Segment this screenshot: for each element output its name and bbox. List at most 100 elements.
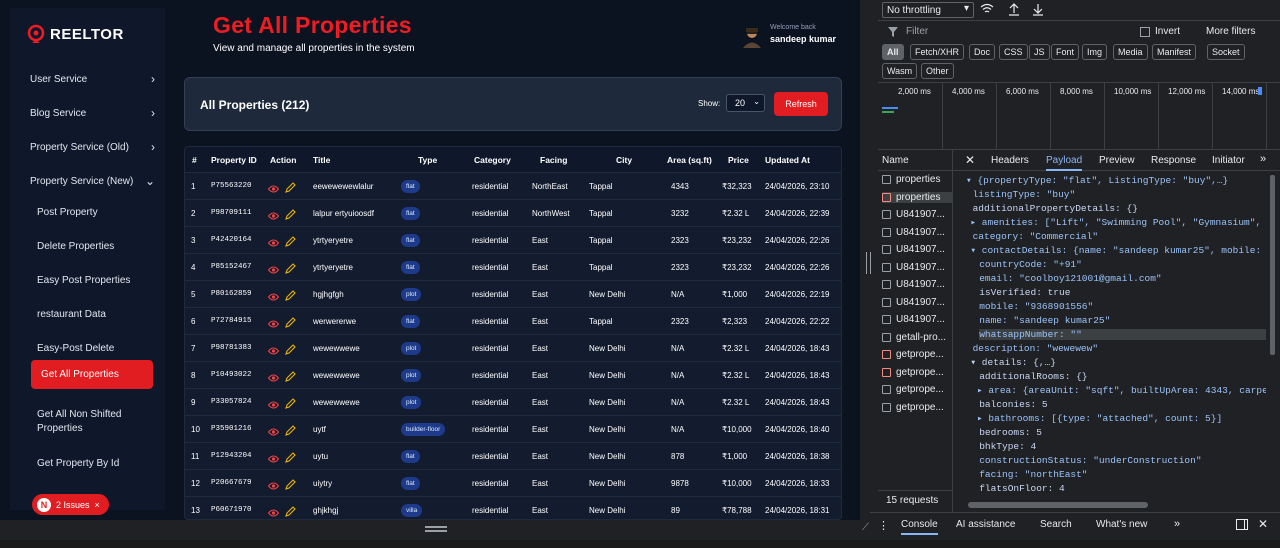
filter-chip[interactable]: Wasm (882, 63, 918, 79)
payload-line[interactable]: email: "coolboy121001@gmail.com" (979, 273, 1161, 284)
edit-pencil-icon[interactable] (285, 369, 296, 382)
detail-tab[interactable]: Headers (991, 155, 1029, 166)
table-row[interactable]: 1 P75563220 eewewewewlalur flat residential N… (185, 172, 841, 199)
edit-pencil-icon[interactable] (285, 342, 296, 355)
table-row[interactable]: 9 P33057824 wewewwewe plot residential East Ne… (185, 388, 841, 415)
payload-line[interactable]: ▸ amenities: ["Lift", "Swimming Pool", "… (970, 217, 1266, 228)
view-eye-icon[interactable] (267, 208, 280, 220)
table-row[interactable]: 4 P85152467 ytrtyeryetre flat residential Eas… (185, 253, 841, 280)
more-filters-button[interactable]: More filters (1206, 26, 1255, 37)
request-item[interactable]: U841907... (882, 279, 952, 290)
table-row[interactable]: 11 P12943204 uytu flat residential East New De… (185, 442, 841, 469)
payload-line[interactable]: ▾ contactDetails: {name: "sandeep kumar2… (970, 245, 1266, 256)
request-item[interactable]: getprope... (882, 402, 952, 413)
sidebar-subitem[interactable]: Post Property (37, 206, 152, 220)
sidebar-subitem[interactable]: Easy-Post Delete (37, 342, 152, 356)
edit-pencil-icon[interactable] (285, 423, 296, 436)
payload-line[interactable]: description: "wewewew" (973, 343, 1098, 354)
edit-pencil-icon[interactable] (285, 477, 296, 490)
table-row[interactable]: 7 P98781383 wewewwewe plot residential East Ne… (185, 334, 841, 361)
request-item[interactable]: U841907... (882, 262, 952, 273)
close-drawer-icon[interactable]: ✕ (1258, 517, 1268, 531)
sidebar-item[interactable]: User Service › (30, 72, 155, 86)
detail-tab[interactable]: Response (1151, 155, 1196, 166)
payload-line[interactable]: mobile: "9368901556" (979, 301, 1093, 312)
drawer-tab[interactable]: AI assistance (956, 519, 1015, 530)
payload-line[interactable]: isVerified: true (979, 287, 1070, 298)
filter-chip[interactable]: CSS (999, 44, 1028, 60)
payload-line[interactable]: listingType: "buy" (973, 189, 1076, 200)
dock-icon[interactable] (1236, 519, 1248, 530)
table-row[interactable]: 6 P72784915 werwererwe flat residential East T… (185, 307, 841, 334)
request-item[interactable]: U841907... (882, 314, 952, 325)
edit-pencil-icon[interactable] (285, 234, 296, 247)
view-eye-icon[interactable] (267, 424, 280, 436)
payload-line[interactable]: balconies: 5 (979, 399, 1047, 410)
payload-line[interactable]: name: "sandeep kumar25" (979, 315, 1110, 326)
payload-line[interactable]: facing: "northEast" (979, 469, 1087, 480)
filter-input[interactable]: Filter (906, 26, 928, 37)
request-item[interactable]: U841907... (882, 209, 952, 220)
payload-line[interactable]: countryCode: "+91" (979, 259, 1082, 270)
payload-line[interactable]: whatsappNumber: "" (979, 329, 1266, 340)
sidebar-subitem[interactable]: Delete Properties (37, 240, 152, 254)
resize-grip-icon[interactable]: ⟋ (862, 522, 869, 533)
sidebar-item[interactable]: Property Service (New) ⌄ (30, 174, 155, 188)
request-item[interactable]: properties (882, 191, 952, 203)
horizontal-scrollbar[interactable] (968, 502, 1148, 508)
sidebar-item[interactable]: Blog Service › (30, 106, 155, 120)
more-tabs-icon[interactable]: » (1260, 153, 1266, 165)
issues-close-icon[interactable]: × (95, 500, 100, 510)
request-item[interactable]: getprope... (882, 384, 952, 395)
view-eye-icon[interactable] (267, 316, 280, 328)
view-eye-icon[interactable] (267, 181, 280, 193)
filter-chip[interactable]: Other (921, 63, 954, 79)
sidebar-subitem[interactable]: restaurant Data (37, 308, 152, 322)
filter-chip[interactable]: Doc (969, 44, 996, 60)
request-item[interactable]: U841907... (882, 297, 952, 308)
edit-pencil-icon[interactable] (285, 207, 296, 220)
sidebar-subitem-active[interactable]: Get All Properties (31, 360, 153, 389)
throttle-select[interactable]: No throttling ▾ (882, 2, 974, 18)
table-row[interactable]: 2 P98709111 lalpur ertyuioosdf flat resident… (185, 199, 841, 226)
refresh-button[interactable]: Refresh (774, 92, 828, 116)
download-icon[interactable] (1032, 2, 1044, 16)
edit-pencil-icon[interactable] (285, 450, 296, 463)
sidebar-subitem[interactable]: Get All Non Shifted Properties (37, 408, 152, 436)
view-eye-icon[interactable] (267, 397, 280, 409)
sidebar-subitem[interactable]: Easy Post Properties (37, 274, 152, 288)
request-item[interactable]: U841907... (882, 227, 952, 238)
table-row[interactable]: 13 P60671970 ghjkhgj villa residential East Ne… (185, 496, 841, 519)
table-row[interactable]: 5 P80162859 hgjhgfgh plot residential East New… (185, 280, 841, 307)
filter-chip[interactable]: JS (1029, 44, 1050, 60)
edit-pencil-icon[interactable] (285, 396, 296, 409)
request-item[interactable]: properties (882, 174, 952, 185)
payload-line[interactable]: additionalPropertyDetails: {} (973, 203, 1138, 214)
view-eye-icon[interactable] (267, 478, 280, 490)
payload-line[interactable]: ▸ area: {areaUnit: "sqft", builtUpArea: … (977, 385, 1266, 396)
request-item[interactable]: U841907... (882, 244, 952, 255)
request-item[interactable]: getprope... (882, 349, 952, 360)
request-item[interactable]: getprope... (882, 367, 952, 378)
payload-line[interactable]: category: "Commercial" (973, 231, 1098, 242)
payload-scrollbar[interactable] (1270, 175, 1275, 355)
table-row[interactable]: 8 P10493022 wewewwewe plot residential East Ne… (185, 361, 841, 388)
request-item[interactable]: getall-pro... (882, 332, 952, 343)
filter-chip[interactable]: Manifest (1152, 44, 1197, 60)
view-eye-icon[interactable] (267, 343, 280, 355)
view-eye-icon[interactable] (267, 505, 280, 517)
payload-line[interactable]: additionalRooms: {} (979, 371, 1087, 382)
filter-chip[interactable]: Fetch/XHR (910, 44, 965, 60)
invert-checkbox[interactable] (1140, 27, 1150, 37)
timeline-overview[interactable]: 2,000 ms 4,000 ms 6,000 ms 8,000 ms 10,000 m… (878, 82, 1280, 149)
edit-pencil-icon[interactable] (285, 180, 296, 193)
more-drawer-tabs-icon[interactable]: » (1174, 518, 1180, 530)
view-eye-icon[interactable] (267, 235, 280, 247)
detail-tab[interactable]: Initiator (1212, 155, 1245, 166)
page-size-select[interactable]: 20 ⌄ (726, 94, 765, 112)
view-eye-icon[interactable] (267, 262, 280, 274)
sidebar-item[interactable]: Property Service (Old) › (30, 140, 155, 154)
logo[interactable]: REELTOR (26, 24, 124, 44)
payload-line[interactable]: ▾ {propertyType: "flat", ListingType: "b… (966, 175, 1228, 186)
detail-tab[interactable]: Payload (1046, 155, 1083, 171)
